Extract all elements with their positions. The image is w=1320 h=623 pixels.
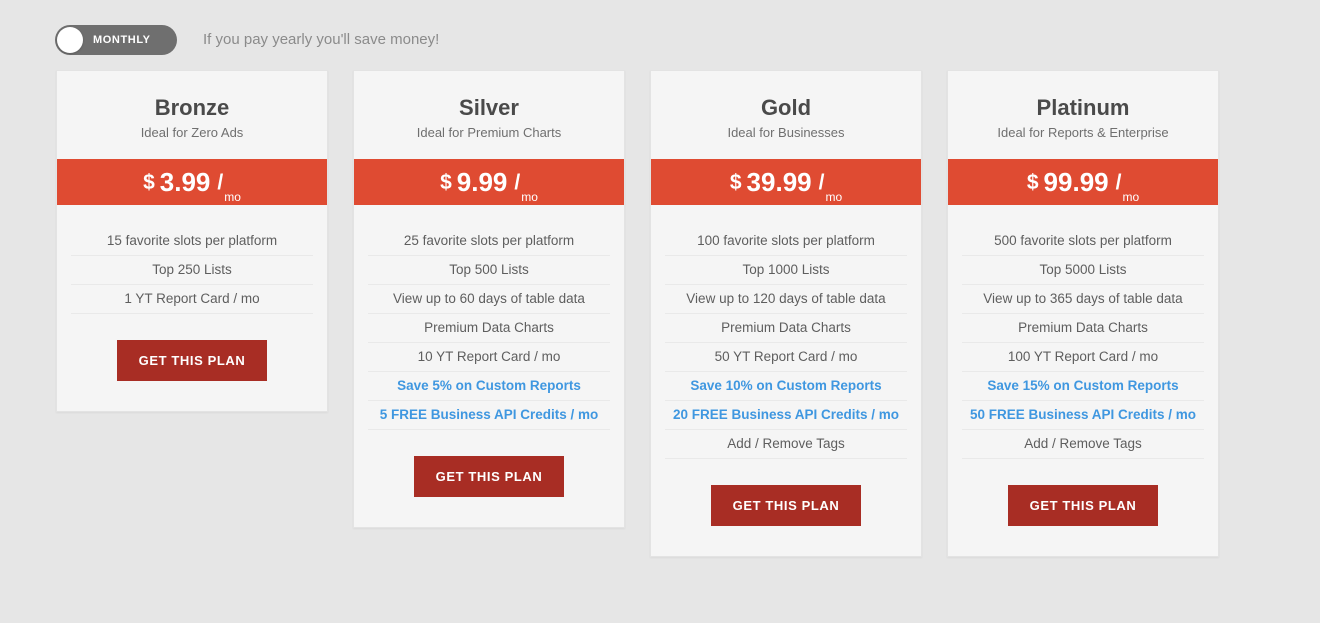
price-separator: / — [514, 170, 521, 194]
feature-item: Premium Data Charts — [962, 314, 1204, 343]
yearly-savings-tagline: If you pay yearly you'll save money! — [203, 31, 440, 48]
feature-item-highlight: Save 5% on Custom Reports — [368, 372, 610, 401]
feature-item: View up to 120 days of table data — [665, 285, 907, 314]
price-amount: 99.99 — [1043, 167, 1109, 197]
plan-subtitle: Ideal for Businesses — [727, 125, 845, 140]
feature-item-highlight: 20 FREE Business API Credits / mo — [665, 401, 907, 430]
pricing-card: Bronze Ideal for Zero Ads $3.99/mo 15 favor… — [56, 70, 328, 412]
price-period-unit: mo — [825, 190, 843, 204]
price-currency: $ — [729, 170, 742, 194]
cta-container: GET THIS PLAN — [651, 459, 921, 556]
price-banner: $3.99/mo — [57, 159, 327, 205]
price-banner: $39.99/mo — [651, 159, 921, 205]
price-separator: / — [1115, 170, 1122, 194]
feature-item: 100 YT Report Card / mo — [962, 343, 1204, 372]
feature-item: 15 favorite slots per platform — [71, 227, 313, 256]
cta-container: GET THIS PLAN — [57, 314, 327, 411]
plan-name: Bronze — [154, 95, 230, 120]
feature-list: 100 favorite slots per platform Top 1000 … — [651, 205, 921, 459]
feature-item: 1 YT Report Card / mo — [71, 285, 313, 314]
price-period-unit: mo — [1122, 190, 1140, 204]
feature-item: Top 1000 Lists — [665, 256, 907, 285]
feature-item: 10 YT Report Card / mo — [368, 343, 610, 372]
pricing-card: Gold Ideal for Businesses $39.99/mo 100 fav… — [650, 70, 922, 557]
get-this-plan-button[interactable]: GET THIS PLAN — [1007, 485, 1159, 526]
billing-period-label: MONTHLY — [93, 34, 151, 46]
feature-item: 500 favorite slots per platform — [962, 227, 1204, 256]
plan-name: Silver — [459, 95, 519, 120]
feature-item: Top 250 Lists — [71, 256, 313, 285]
price-amount: 3.99 — [159, 167, 211, 197]
feature-item: 25 favorite slots per platform — [368, 227, 610, 256]
feature-item: Add / Remove Tags — [665, 430, 907, 459]
feature-list: 500 favorite slots per platform Top 5000 … — [948, 205, 1218, 459]
feature-list: 25 favorite slots per platform Top 500 Li… — [354, 205, 624, 430]
price-banner: $99.99/mo — [948, 159, 1218, 205]
feature-item: Top 5000 Lists — [962, 256, 1204, 285]
price-currency: $ — [143, 170, 155, 194]
billing-period-bar: MONTHLY If you pay yearly you'll save mo… — [0, 0, 1320, 70]
plan-subtitle: Ideal for Premium Charts — [416, 125, 562, 140]
price-currency: $ — [440, 170, 452, 194]
feature-item-highlight: 50 FREE Business API Credits / mo — [962, 401, 1204, 430]
feature-item: View up to 60 days of table data — [368, 285, 610, 314]
feature-item: 50 YT Report Card / mo — [665, 343, 907, 372]
pricing-card: Silver Ideal for Premium Charts $9.99/mo 25… — [353, 70, 625, 528]
feature-item: Premium Data Charts — [665, 314, 907, 343]
plan-name: Platinum — [1036, 95, 1130, 120]
feature-item: Top 500 Lists — [368, 256, 610, 285]
price-currency: $ — [1026, 170, 1039, 194]
price-amount: 39.99 — [746, 167, 812, 197]
toggle-knob[interactable] — [57, 27, 83, 53]
feature-item-highlight: Save 15% on Custom Reports — [962, 372, 1204, 401]
card-header: Gold Ideal for Businesses — [651, 71, 921, 159]
pricing-card: Platinum Ideal for Reports & Enterprise $9… — [947, 70, 1219, 557]
get-this-plan-button[interactable]: GET THIS PLAN — [116, 340, 268, 381]
price-period-unit: mo — [521, 190, 538, 204]
billing-period-toggle[interactable]: MONTHLY — [55, 25, 177, 55]
plan-name: Gold — [760, 95, 812, 120]
get-this-plan-button[interactable]: GET THIS PLAN — [710, 485, 862, 526]
price-period-unit: mo — [224, 190, 241, 204]
feature-item: Add / Remove Tags — [962, 430, 1204, 459]
cta-container: GET THIS PLAN — [948, 459, 1218, 556]
feature-list: 15 favorite slots per platform Top 250 Li… — [57, 205, 327, 314]
price-banner: $9.99/mo — [354, 159, 624, 205]
feature-item: View up to 365 days of table data — [962, 285, 1204, 314]
card-header: Platinum Ideal for Reports & Enterprise — [948, 71, 1218, 159]
price-separator: / — [217, 170, 224, 194]
price-separator: / — [818, 170, 825, 194]
cta-container: GET THIS PLAN — [354, 430, 624, 527]
price-amount: 9.99 — [456, 167, 508, 197]
plan-subtitle: Ideal for Reports & Enterprise — [997, 125, 1169, 140]
feature-item: 100 favorite slots per platform — [665, 227, 907, 256]
card-header: Silver Ideal for Premium Charts — [354, 71, 624, 159]
card-header: Bronze Ideal for Zero Ads — [57, 71, 327, 159]
get-this-plan-button[interactable]: GET THIS PLAN — [413, 456, 565, 497]
feature-item: Premium Data Charts — [368, 314, 610, 343]
feature-item-highlight: Save 10% on Custom Reports — [665, 372, 907, 401]
feature-item-highlight: 5 FREE Business API Credits / mo — [368, 401, 610, 430]
plan-subtitle: Ideal for Zero Ads — [140, 125, 244, 140]
